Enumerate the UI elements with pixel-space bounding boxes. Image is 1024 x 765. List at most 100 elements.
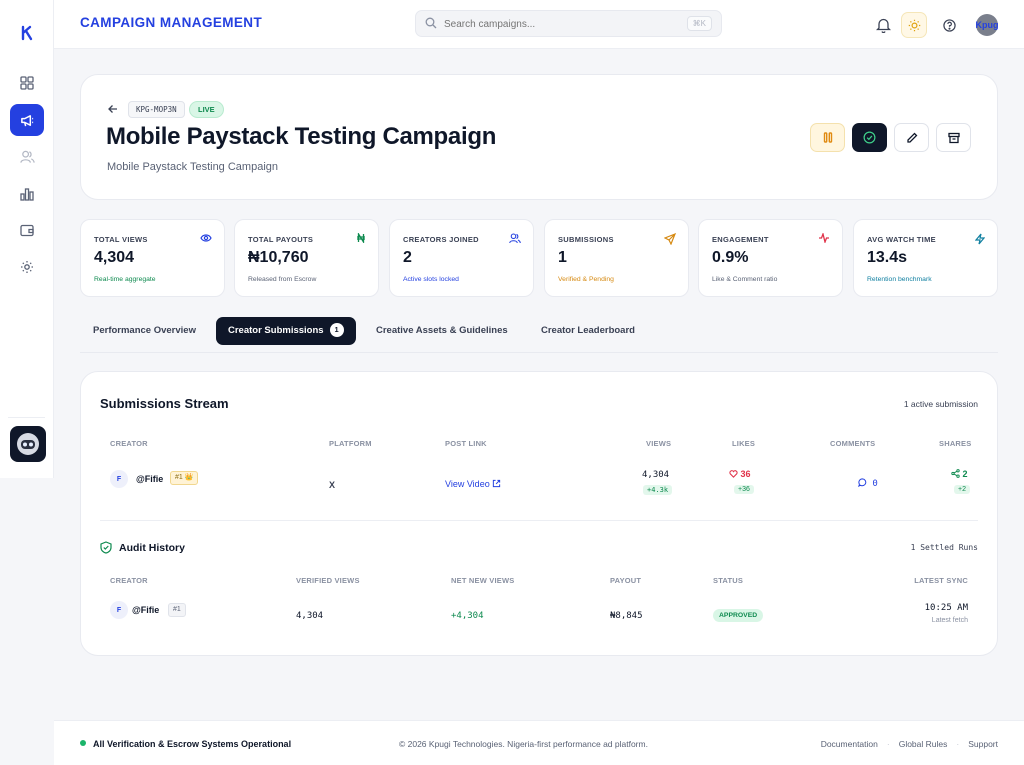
nav-creators[interactable] bbox=[10, 141, 44, 173]
audit-col-latest-sync: LATEST SYNC bbox=[914, 576, 968, 585]
top-header: CAMPAIGN MANAGEMENT ⌘K Kpug bbox=[54, 0, 1024, 49]
tab-performance-overview[interactable]: Performance Overview bbox=[81, 317, 208, 345]
platform-cell: X bbox=[329, 480, 336, 490]
tab-count-badge: 1 bbox=[329, 323, 344, 337]
campaign-hero-card: KPG-MOP3N LIVE Mobile Paystack Testing C… bbox=[80, 74, 998, 200]
col-header-post-link: POST LINK bbox=[445, 439, 487, 448]
audit-col-status: STATUS bbox=[713, 576, 744, 585]
creator-handle[interactable]: @Fifie bbox=[132, 605, 159, 615]
stat-note: Verified & Pending bbox=[558, 276, 614, 283]
stat-card-total-views: TOTAL VIEWS 4,304 Real-time aggregate bbox=[80, 219, 225, 297]
audit-col-verified-views: VERIFIED VIEWS bbox=[296, 576, 360, 585]
back-arrow-icon[interactable] bbox=[107, 103, 119, 115]
stat-note: Retention benchmark bbox=[867, 276, 932, 283]
audit-col-net-new-views: NET NEW VIEWS bbox=[451, 576, 515, 585]
grid-icon bbox=[20, 76, 34, 90]
shield-check-icon bbox=[100, 541, 112, 554]
view-video-link[interactable]: View Video bbox=[445, 479, 501, 489]
stat-label: AVG WATCH TIME bbox=[867, 235, 936, 244]
page-subtitle: Mobile Paystack Testing Campaign bbox=[107, 161, 278, 173]
tab-creative-assets[interactable]: Creative Assets & Guidelines bbox=[364, 317, 520, 345]
audit-history-title: Audit History bbox=[119, 542, 185, 554]
wallet-icon bbox=[20, 224, 34, 237]
col-header-platform: PLATFORM bbox=[329, 439, 372, 448]
heart-icon bbox=[729, 470, 738, 478]
tab-creator-leaderboard[interactable]: Creator Leaderboard bbox=[529, 317, 647, 345]
megaphone-icon bbox=[20, 114, 33, 126]
kpugi-logo[interactable] bbox=[18, 24, 36, 42]
col-header-shares: SHARES bbox=[939, 439, 972, 448]
page-title: Mobile Paystack Testing Campaign bbox=[106, 123, 497, 150]
payout-value: ₦8,845 bbox=[610, 611, 643, 621]
tab-creator-submissions[interactable]: Creator Submissions 1 bbox=[216, 317, 356, 345]
nav-campaigns[interactable] bbox=[10, 104, 44, 136]
robot-icon bbox=[17, 433, 39, 455]
check-circle-icon bbox=[863, 131, 876, 144]
section-divider bbox=[100, 520, 978, 521]
edit-button[interactable] bbox=[894, 123, 929, 152]
system-status-text: All Verification & Escrow Systems Operat… bbox=[93, 739, 292, 749]
user-avatar[interactable]: Kpug bbox=[976, 14, 999, 36]
nav-dashboard[interactable] bbox=[10, 67, 44, 99]
notifications-button[interactable] bbox=[870, 12, 896, 38]
sync-note: Latest fetch bbox=[931, 617, 968, 624]
footer-link-documentation[interactable]: Documentation bbox=[821, 739, 878, 749]
bot-avatar[interactable] bbox=[10, 426, 46, 462]
view-video-label: View Video bbox=[445, 479, 490, 489]
footer-links: Documentation · Global Rules · Support bbox=[821, 739, 998, 749]
nav-analytics[interactable] bbox=[10, 178, 44, 210]
stat-value: 4,304 bbox=[94, 249, 135, 266]
page-header-title: CAMPAIGN MANAGEMENT bbox=[80, 15, 263, 30]
users-icon bbox=[19, 150, 35, 163]
approve-button[interactable] bbox=[852, 123, 887, 152]
likes-delta: +36 bbox=[734, 485, 754, 494]
naira-icon bbox=[357, 233, 365, 243]
active-submission-count: 1 active submission bbox=[903, 399, 978, 409]
likes-cell: 36 bbox=[729, 469, 751, 479]
stat-value: ₦10,760 bbox=[248, 249, 309, 266]
search-icon bbox=[425, 17, 437, 29]
sidebar-divider bbox=[8, 417, 45, 418]
help-button[interactable] bbox=[936, 12, 962, 38]
creator-initial-avatar: F bbox=[110, 601, 128, 619]
footer-link-support[interactable]: Support bbox=[968, 739, 998, 749]
send-icon bbox=[664, 233, 676, 245]
archive-button[interactable] bbox=[936, 123, 971, 152]
likes-value: 36 bbox=[740, 469, 751, 479]
stat-note: Released from Escrow bbox=[248, 276, 317, 283]
creator-handle[interactable]: @Fifie bbox=[136, 474, 163, 484]
nav-settings[interactable] bbox=[10, 251, 44, 283]
stat-note: Active slots locked bbox=[403, 276, 459, 283]
tab-label: Creator Leaderboard bbox=[541, 325, 635, 336]
stat-value: 0.9% bbox=[712, 249, 749, 266]
gear-icon bbox=[21, 261, 33, 273]
search-bar[interactable]: ⌘K bbox=[415, 10, 722, 37]
link-separator: · bbox=[956, 739, 960, 749]
pencil-icon bbox=[906, 132, 917, 143]
rank-badge: #1 bbox=[168, 603, 186, 617]
status-badge: LIVE bbox=[189, 101, 224, 118]
stat-card-engagement: ENGAGEMENT 0.9% Like & Comment ratio bbox=[698, 219, 843, 297]
nav-wallet[interactable] bbox=[10, 214, 44, 246]
theme-toggle[interactable] bbox=[901, 12, 927, 38]
stat-note: Real-time aggregate bbox=[94, 276, 156, 283]
tab-label: Performance Overview bbox=[93, 325, 196, 336]
comments-cell: 0 bbox=[858, 478, 878, 489]
stat-value: 1 bbox=[558, 249, 567, 266]
comment-icon bbox=[858, 478, 867, 488]
pause-button[interactable] bbox=[810, 123, 845, 152]
activity-icon bbox=[819, 233, 829, 243]
sidebar bbox=[0, 0, 54, 478]
copyright: © 2026 Kpugi Technologies. Nigeria-first… bbox=[399, 739, 648, 749]
pause-icon bbox=[823, 132, 832, 143]
system-status: All Verification & Escrow Systems Operat… bbox=[80, 739, 291, 749]
bar-chart-icon bbox=[20, 188, 34, 201]
link-separator: · bbox=[886, 739, 890, 749]
help-icon bbox=[942, 18, 956, 32]
views-delta: +4.3k bbox=[643, 485, 673, 495]
footer-link-global-rules[interactable]: Global Rules bbox=[899, 739, 948, 749]
search-input[interactable] bbox=[444, 15, 674, 33]
stat-card-avg-watch-time: AVG WATCH TIME 13.4s Retention benchmark bbox=[853, 219, 998, 297]
campaign-code-badge: KPG-MOP3N bbox=[128, 101, 185, 118]
audit-col-payout: PAYOUT bbox=[610, 576, 642, 585]
